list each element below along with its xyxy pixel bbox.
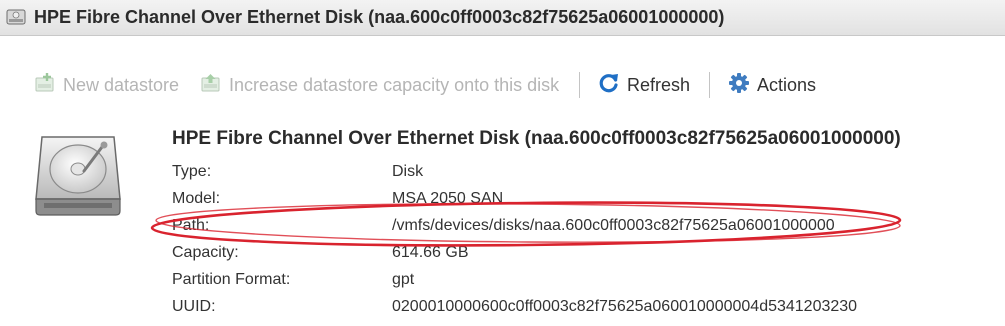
refresh-label: Refresh xyxy=(627,74,691,95)
refresh-icon xyxy=(598,72,627,99)
property-value: 0200010000600c0ff0003c82f75625a060010000… xyxy=(392,298,858,315)
property-row-partition-format: Partition Format: gpt xyxy=(172,266,972,293)
property-row-type: Type: Disk xyxy=(172,158,972,185)
property-label: Type: xyxy=(172,163,212,180)
toolbar: New datastore Increase datastore capacit… xyxy=(0,68,1005,102)
highlight-oval xyxy=(150,201,902,247)
new-datastore-label: New datastore xyxy=(63,74,180,95)
disk-icon xyxy=(6,8,26,31)
toolbar-separator xyxy=(579,72,580,98)
actions-label: Actions xyxy=(757,74,817,95)
increase-capacity-label: Increase datastore capacity onto this di… xyxy=(229,74,560,95)
new-datastore-button[interactable]: New datastore xyxy=(34,68,179,102)
property-label: Partition Format: xyxy=(172,271,291,288)
actions-button[interactable]: Actions xyxy=(728,68,816,102)
increase-capacity-button[interactable]: Increase datastore capacity onto this di… xyxy=(200,68,559,102)
increase-capacity-icon xyxy=(200,72,229,99)
gear-icon xyxy=(728,72,757,99)
window-titlebar: HPE Fibre Channel Over Ethernet Disk (na… xyxy=(0,0,1005,36)
property-value: gpt xyxy=(392,271,415,288)
refresh-button[interactable]: Refresh xyxy=(598,68,690,102)
hard-disk-icon xyxy=(32,133,124,222)
property-value: Disk xyxy=(392,163,424,180)
property-label: UUID: xyxy=(172,298,216,315)
toolbar-separator xyxy=(709,72,710,98)
window-title: HPE Fibre Channel Over Ethernet Disk (na… xyxy=(34,7,725,27)
disk-header: HPE Fibre Channel Over Ethernet Disk (na… xyxy=(172,128,901,149)
new-datastore-icon xyxy=(34,72,63,99)
property-row-uuid: UUID: 0200010000600c0ff0003c82f75625a060… xyxy=(172,293,972,320)
